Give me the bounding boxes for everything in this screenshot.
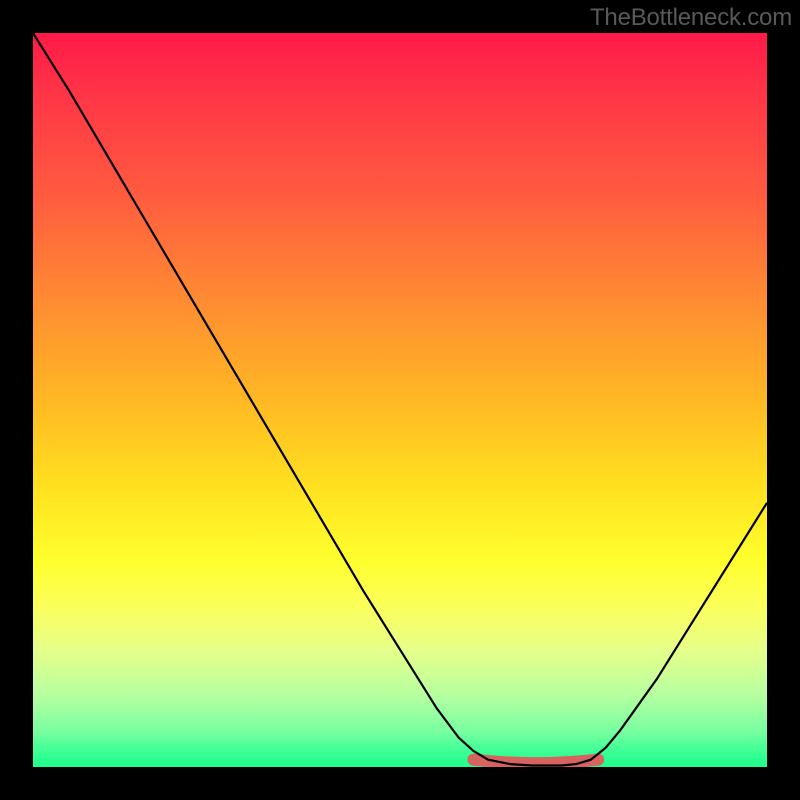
chart-container: TheBottleneck.com bbox=[0, 0, 800, 800]
plot-area bbox=[33, 33, 767, 767]
bottleneck-curve bbox=[33, 33, 767, 766]
watermark-text: TheBottleneck.com bbox=[590, 4, 792, 32]
curve-svg bbox=[33, 33, 767, 767]
